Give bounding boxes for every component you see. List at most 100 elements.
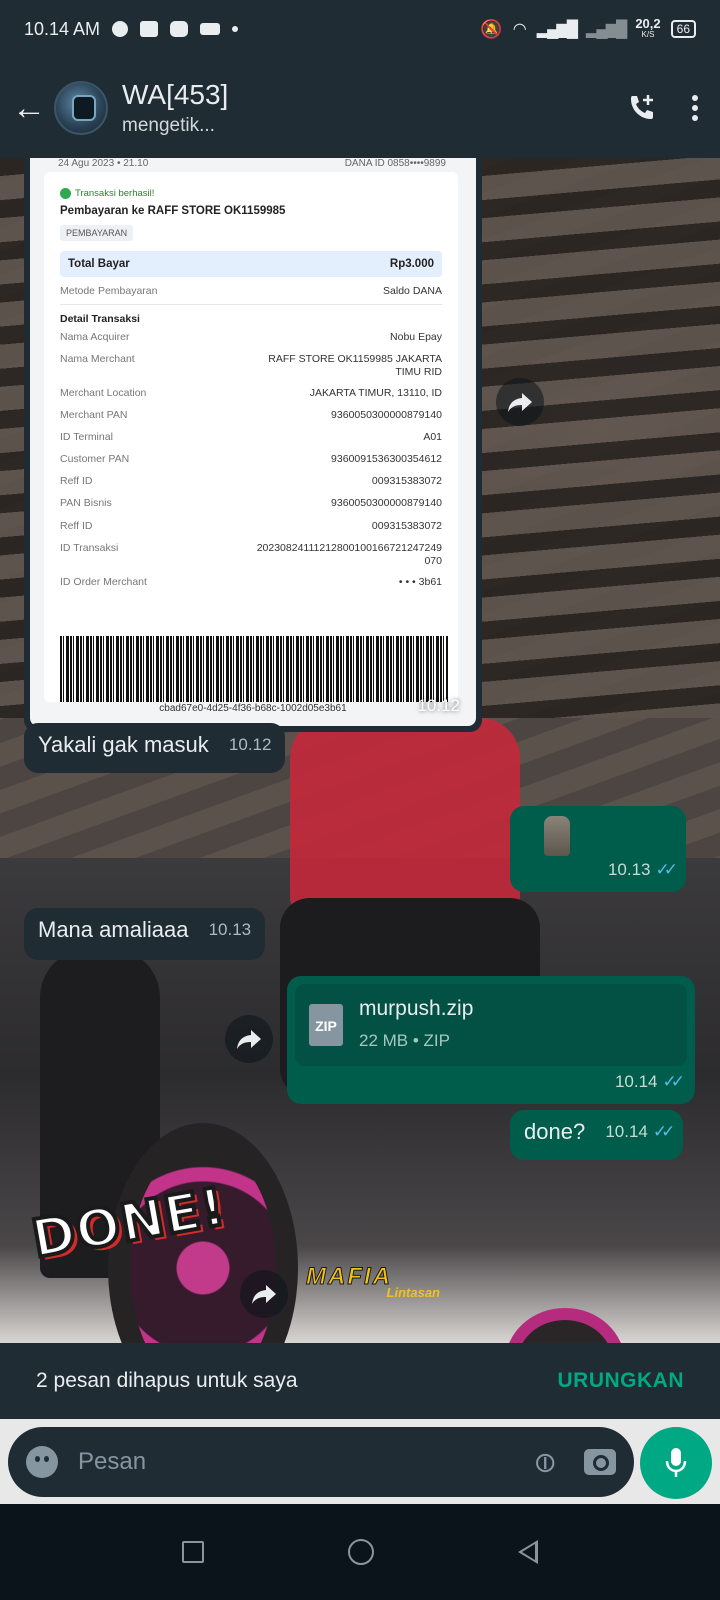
forward-button[interactable] <box>496 378 544 426</box>
camera-icon[interactable] <box>584 1449 616 1475</box>
battery-icon: 66 <box>670 20 696 38</box>
total-value: Rp3.000 <box>389 258 434 270</box>
chat-header: ← WA[453] mengetik... <box>0 58 720 158</box>
receipt-status: Transaksi berhasil! <box>75 188 155 199</box>
receipt-row: Merchant Location JAKARTA TIMUR, 13110, I… <box>60 387 442 400</box>
wifi-icon: ◠ <box>512 21 527 38</box>
attach-icon[interactable]: ⊘ <box>524 1442 564 1482</box>
message-outgoing-emoji[interactable]: 10.13 ✓✓ <box>510 806 686 892</box>
row-label: Reff ID <box>60 475 93 487</box>
forward-button[interactable] <box>225 1015 273 1063</box>
network-speed-unit: K/S <box>641 30 655 39</box>
barcode <box>60 636 448 702</box>
read-ticks-icon: ✓✓ <box>652 1122 675 1141</box>
chat-notification-icon <box>112 21 129 37</box>
detail-title: Detail Transaksi <box>60 313 140 325</box>
receipt-rows: Nama Acquirer Nobu Epay Nama Merchant RAFF … <box>60 331 442 510</box>
row-label: ID Transaksi <box>60 542 119 554</box>
receipt-image: 24 Agu 2023 • 21.10 DANA ID 0858••••9899… <box>30 158 476 726</box>
receipt-row: ID Transaksi 2023082411121280010016672124… <box>60 542 442 568</box>
snackbar-text: 2 pesan dihapus untuk saya <box>36 1369 298 1392</box>
row-label: Merchant Location <box>60 387 147 399</box>
receipt-row: ID Order Merchant • • • 3b61 <box>60 576 442 589</box>
back-arrow-icon[interactable]: ← <box>12 89 48 128</box>
row-value: 009315383072 <box>371 520 442 532</box>
message-time: 10.12 <box>228 735 272 754</box>
video-icon <box>200 23 221 35</box>
message-incoming-2[interactable]: Mana amaliaaa 10.13 <box>24 908 266 960</box>
emoji-icon[interactable] <box>26 1446 58 1478</box>
recents-icon[interactable] <box>182 1541 204 1563</box>
back-icon[interactable] <box>518 1540 538 1564</box>
typing-status: mengetik... <box>122 115 215 136</box>
system-nav-bar <box>0 1504 720 1600</box>
row-label: ID Order Merchant <box>60 576 147 588</box>
row-label: PAN Bisnis <box>60 497 112 509</box>
receipt-row: Merchant PAN 9360050300000879140 <box>60 409 442 422</box>
row-value: 9360050300000879140 <box>331 409 442 421</box>
total-label: Total Bayar <box>68 258 130 270</box>
message-time: 10.14 <box>614 1072 658 1091</box>
file-meta: 22 MB • ZIP <box>359 1031 450 1050</box>
status-bar: 10.14 AM 🔕 ◠ ▂▄▆█ ▂▄▆█ 20,2 K/S 66 <box>0 0 720 58</box>
signal-icon: ▂▄▆█ <box>536 21 578 38</box>
message-time: 10.13 <box>208 920 252 939</box>
message-composer: ⊘ <box>8 1427 634 1497</box>
receipt-row: Reff ID 009315383072 <box>60 520 442 533</box>
add-call-icon[interactable] <box>626 92 658 124</box>
row-value: Nobu Epay <box>390 331 442 343</box>
app-notification-icon <box>170 21 189 37</box>
signal-2-icon: ▂▄▆█ <box>586 21 627 38</box>
row-label: Nama Merchant <box>60 353 135 365</box>
mute-icon: 🔕 <box>480 18 503 39</box>
row-value: JAKARTA TIMUR, 13110, ID <box>309 387 442 399</box>
contact-avatar[interactable] <box>54 81 108 135</box>
file-attachment[interactable]: ZIP murpush.zip 22 MB • ZIP <box>295 984 687 1066</box>
composer-area: ⊘ <box>0 1419 720 1504</box>
logo-subtext: Lintasan <box>386 1285 440 1300</box>
message-outgoing-file[interactable]: ZIP murpush.zip 22 MB • ZIP 10.14 ✓✓ <box>287 976 695 1104</box>
chat-screen: 10.14 AM 🔕 ◠ ▂▄▆█ ▂▄▆█ 20,2 K/S 66 ← WA[… <box>0 0 720 1600</box>
read-ticks-icon: ✓✓ <box>655 860 678 879</box>
contact-name: WA[453] <box>122 79 229 110</box>
receipt-title: Pembayaran ke RAFF STORE OK1159985 <box>60 205 286 217</box>
mic-icon <box>665 1448 687 1477</box>
receipt-row: ID Terminal A01 <box>60 431 442 444</box>
receipt-row: Nama Merchant RAFF STORE OK1159985 JAKART… <box>60 353 442 379</box>
home-icon[interactable] <box>348 1539 374 1565</box>
message-text: Yakali gak masuk <box>38 732 209 757</box>
receipt-row: Nama Acquirer Nobu Epay <box>60 331 442 344</box>
message-outgoing-text[interactable]: done? 10.14 ✓✓ <box>510 1110 684 1160</box>
row-label: ID Terminal <box>60 431 113 443</box>
contact-info[interactable]: WA[453] mengetik... <box>122 79 228 137</box>
message-input[interactable] <box>78 1448 498 1476</box>
row-value: RAFF STORE OK1159985 JAKARTA TIMU RID <box>268 353 442 378</box>
row-value: 9360050300000879140 <box>331 497 442 509</box>
image-message[interactable]: 24 Agu 2023 • 21.10 DANA ID 0858••••9899… <box>24 158 482 732</box>
receipt-total: Total Bayar Rp3.000 <box>60 251 442 277</box>
mic-button[interactable] <box>640 1427 712 1499</box>
more-options-icon[interactable] <box>692 95 698 121</box>
message-text: done? <box>524 1119 586 1144</box>
message-incoming-1[interactable]: Yakali gak masuk 10.12 <box>24 723 286 773</box>
receipt-card: Transaksi berhasil! Pembayaran ke RAFF S… <box>44 172 458 702</box>
undo-button[interactable]: URUNGKAN <box>558 1369 685 1393</box>
receipt-tag: PEMBAYARAN <box>60 225 134 241</box>
message-time: 10.14 <box>605 1122 648 1141</box>
file-name: murpush.zip <box>359 997 474 1020</box>
forward-button[interactable] <box>240 1270 288 1318</box>
zip-file-icon: ZIP <box>309 1004 343 1046</box>
check-icon <box>60 188 71 199</box>
receipt-row: Reff ID 009315383072 <box>60 475 442 488</box>
method-value: Saldo DANA <box>383 285 442 297</box>
more-notifications-icon <box>232 26 239 32</box>
method-label: Metode Pembayaran <box>60 285 158 297</box>
row-value: 20230824111212800100166721247249 070 <box>256 542 442 567</box>
receipt-date: 24 Agu 2023 • 21.10 <box>58 158 149 169</box>
deleted-snackbar: 2 pesan dihapus untuk saya URUNGKAN <box>0 1343 720 1419</box>
receipt-rows-2: Reff ID 009315383072 ID Transaksi 202308241… <box>60 520 442 589</box>
wallpaper-rider-jacket <box>290 718 520 918</box>
status-time: 10.14 AM <box>24 18 101 39</box>
barcode-id: cbad67e0-4d25-4f36-b68c-1002d05e3b61 <box>159 703 347 714</box>
row-value: • • • 3b61 <box>398 576 442 588</box>
